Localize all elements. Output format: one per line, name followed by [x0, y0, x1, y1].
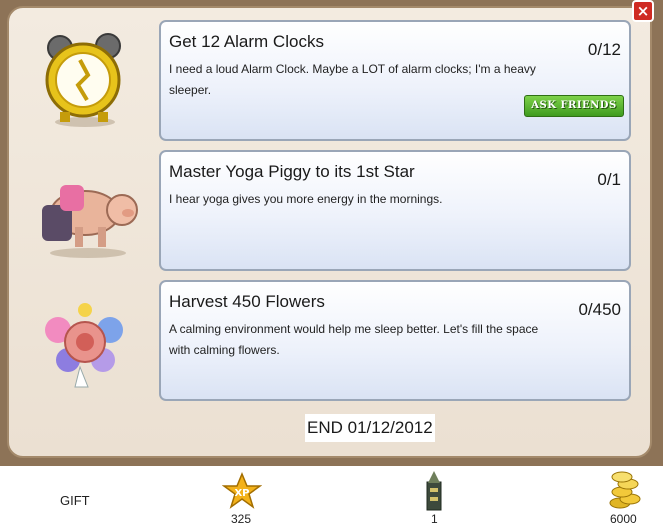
alarm-clock-icon: [30, 30, 140, 130]
quest-title: Get 12 Alarm Clocks: [169, 32, 324, 51]
xp-badge-text: XP: [234, 488, 249, 499]
close-button[interactable]: ×: [632, 0, 654, 22]
quest-description: I need a loud Alarm Clock. Maybe a LOT o…: [169, 62, 536, 97]
quest-description: I hear yoga gives you more energy in the…: [169, 192, 443, 206]
flower-bouquet-icon: [30, 292, 140, 392]
quest-card-yoga-piggy: Master Yoga Piggy to its 1st Star I hear…: [159, 150, 631, 271]
close-icon: ×: [636, 2, 650, 20]
quest-card-flowers: Harvest 450 Flowers A calming environmen…: [159, 280, 631, 401]
quest-description: A calming environment would help me slee…: [169, 322, 539, 357]
quest-progress: 0/450: [578, 300, 621, 319]
ask-friends-button[interactable]: ASK FRIENDS: [524, 95, 624, 117]
quest-dialog: × Get 12 Alarm Clocks I need a loud Alar…: [0, 0, 663, 466]
coins-icon: [608, 470, 642, 515]
item-value: 1: [431, 512, 438, 526]
quest-title: Harvest 450 Flowers: [169, 292, 325, 311]
xp-star-icon: XP: [221, 472, 263, 515]
quest-end-date: END 01/12/2012: [305, 414, 435, 442]
quest-progress: 0/12: [587, 40, 621, 59]
quest-card-alarm-clocks: Get 12 Alarm Clocks I need a loud Alarm …: [159, 20, 631, 141]
gift-label: GIFT: [60, 493, 90, 508]
coins-value: 6000: [610, 512, 637, 526]
xp-value: 325: [231, 512, 252, 526]
quest-title: Master Yoga Piggy to its 1st Star: [169, 162, 415, 181]
yoga-piggy-icon: [30, 165, 140, 265]
rewards-bar: GIFT XP 325 1 6000: [0, 466, 663, 529]
tower-item-icon: [425, 470, 443, 517]
quest-progress: 0/1: [597, 170, 621, 189]
